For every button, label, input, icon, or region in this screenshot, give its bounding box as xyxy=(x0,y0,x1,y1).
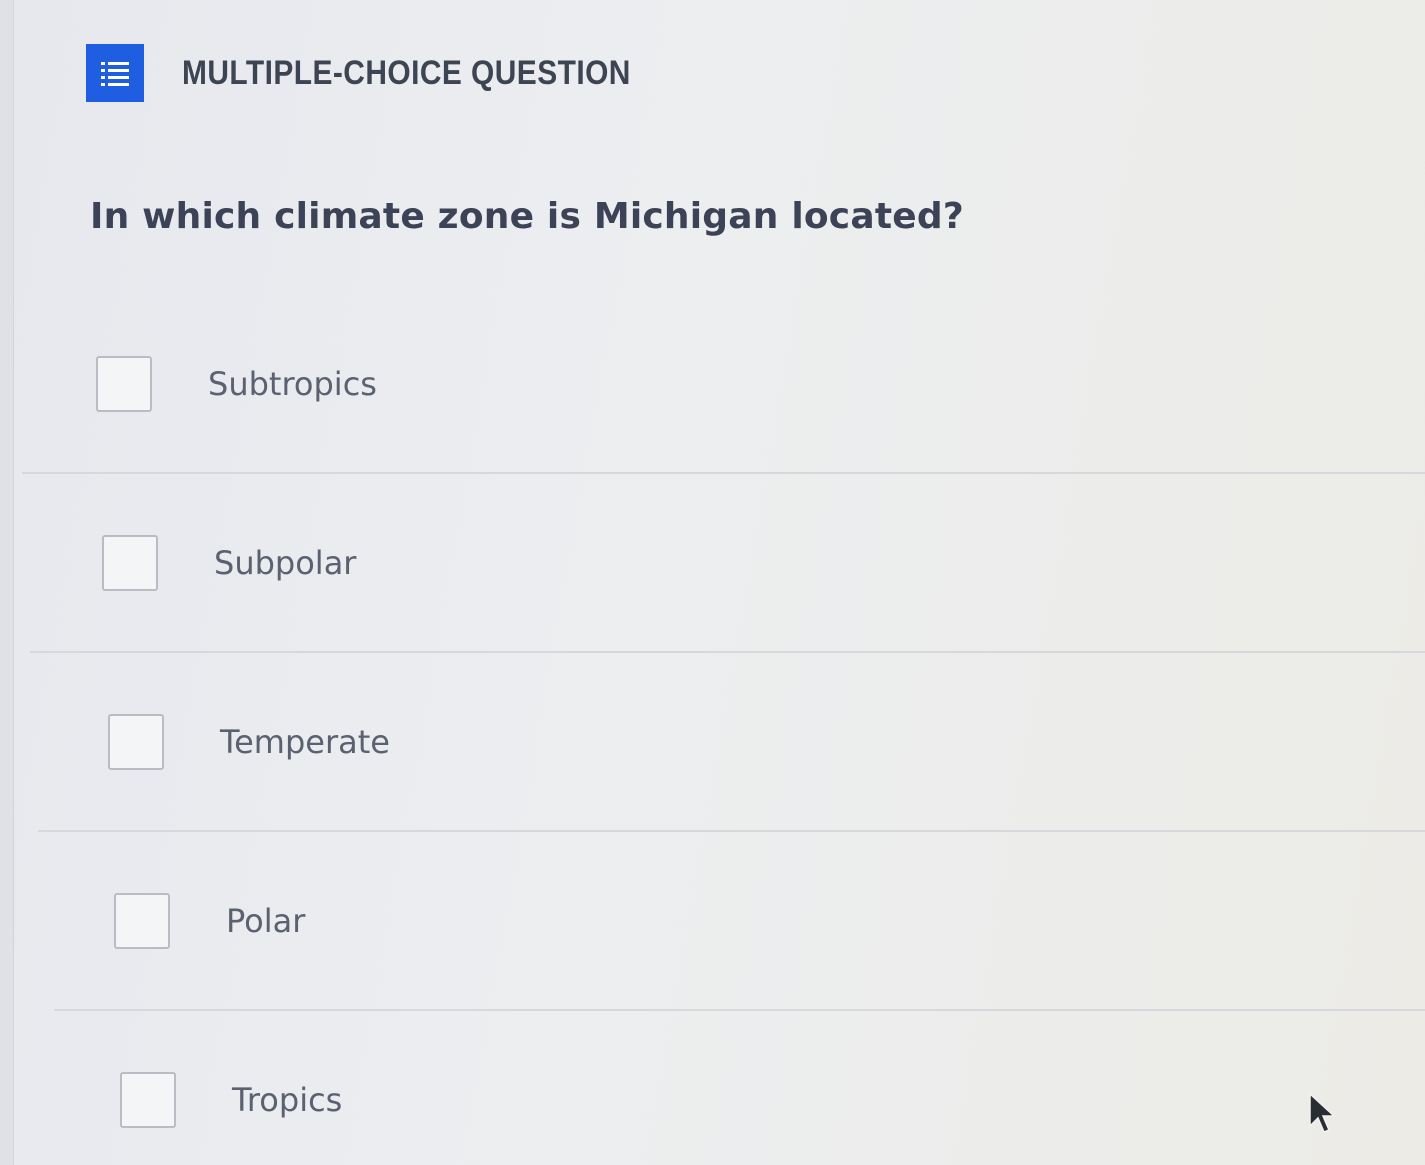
list-icon xyxy=(86,44,144,102)
answer-option[interactable]: Tropics xyxy=(0,1011,1425,1165)
question-type-label: MULTIPLE-CHOICE QUESTION xyxy=(182,53,631,92)
answer-checkbox[interactable] xyxy=(114,892,170,949)
mouse-pointer-icon xyxy=(1308,1092,1338,1140)
answer-option[interactable]: Subtropics xyxy=(0,295,1425,472)
answer-option[interactable]: Subpolar xyxy=(0,474,1425,651)
answer-option[interactable]: Temperate xyxy=(0,653,1425,830)
answer-option[interactable]: Polar xyxy=(0,832,1425,1009)
question-header: MULTIPLE-CHOICE QUESTION xyxy=(86,44,692,102)
question-text: In which climate zone is Michigan locate… xyxy=(90,196,964,237)
answer-label: Temperate xyxy=(220,722,390,761)
answer-label: Subtropics xyxy=(208,364,377,403)
answer-label: Polar xyxy=(226,901,306,940)
answer-label: Subpolar xyxy=(214,543,357,582)
answer-checkbox[interactable] xyxy=(102,534,158,591)
answer-checkbox[interactable] xyxy=(120,1071,176,1128)
answer-list: Subtropics Subpolar Temperate Polar Trop… xyxy=(0,295,1425,1165)
answer-checkbox[interactable] xyxy=(96,355,152,412)
answer-label: Tropics xyxy=(232,1080,343,1119)
answer-checkbox[interactable] xyxy=(108,713,164,770)
